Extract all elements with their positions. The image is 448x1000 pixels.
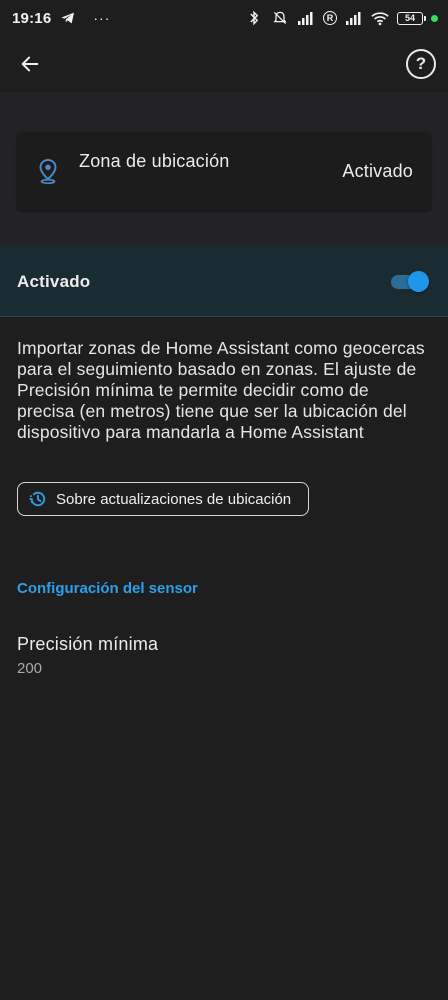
- battery-icon: 54: [397, 11, 426, 25]
- telegram-icon: [59, 9, 77, 27]
- wifi-icon: [371, 9, 389, 27]
- location-zone-card[interactable]: Zona de ubicación Activado: [17, 132, 431, 210]
- help-button[interactable]: ?: [406, 49, 436, 79]
- signal-icon: [297, 9, 315, 27]
- roaming-icon: R: [323, 11, 337, 25]
- setting-title: Precisión mínima: [17, 634, 159, 654]
- status-bar: 19:16 ··· R 54: [0, 0, 448, 36]
- minimum-accuracy-setting[interactable]: Precisión mínima 200: [0, 622, 448, 686]
- zone-status: Activado: [342, 161, 413, 181]
- history-icon: [29, 491, 46, 507]
- app-bar: ?: [0, 36, 448, 92]
- header-band: Zona de ubicación Activado: [0, 92, 448, 245]
- signal-icon-2: [345, 9, 363, 27]
- location-pin-icon: [37, 158, 59, 184]
- bluetooth-icon: [245, 9, 263, 27]
- sensor-settings-header: Configuración del sensor: [17, 580, 198, 597]
- setting-value: 200: [17, 660, 43, 677]
- enabled-label: Activado: [17, 272, 91, 291]
- more-notifications-icon: ···: [93, 10, 111, 26]
- privacy-indicator-dot: [431, 14, 438, 22]
- zone-title: Zona de ubicación: [79, 151, 230, 171]
- switch-thumb: [408, 271, 429, 292]
- status-bar-left: 19:16 ···: [12, 9, 110, 27]
- info-button-label: Sobre actualizaciones de ubicación: [56, 490, 292, 508]
- screen: 19:16 ··· R 54 ? Zona de ubicación Activ…: [0, 0, 448, 1000]
- location-updates-info-button[interactable]: Sobre actualizaciones de ubicación: [17, 482, 310, 516]
- description-text: Importar zonas de Home Assistant como ge…: [17, 338, 425, 442]
- status-time: 19:16: [12, 9, 52, 27]
- arrow-left-icon: [21, 56, 39, 72]
- status-bar-right: R 54: [245, 9, 438, 27]
- mute-icon: [271, 9, 289, 27]
- enabled-switch[interactable]: [391, 270, 429, 292]
- back-button[interactable]: [14, 48, 46, 80]
- enabled-toggle-row[interactable]: Activado: [0, 245, 448, 317]
